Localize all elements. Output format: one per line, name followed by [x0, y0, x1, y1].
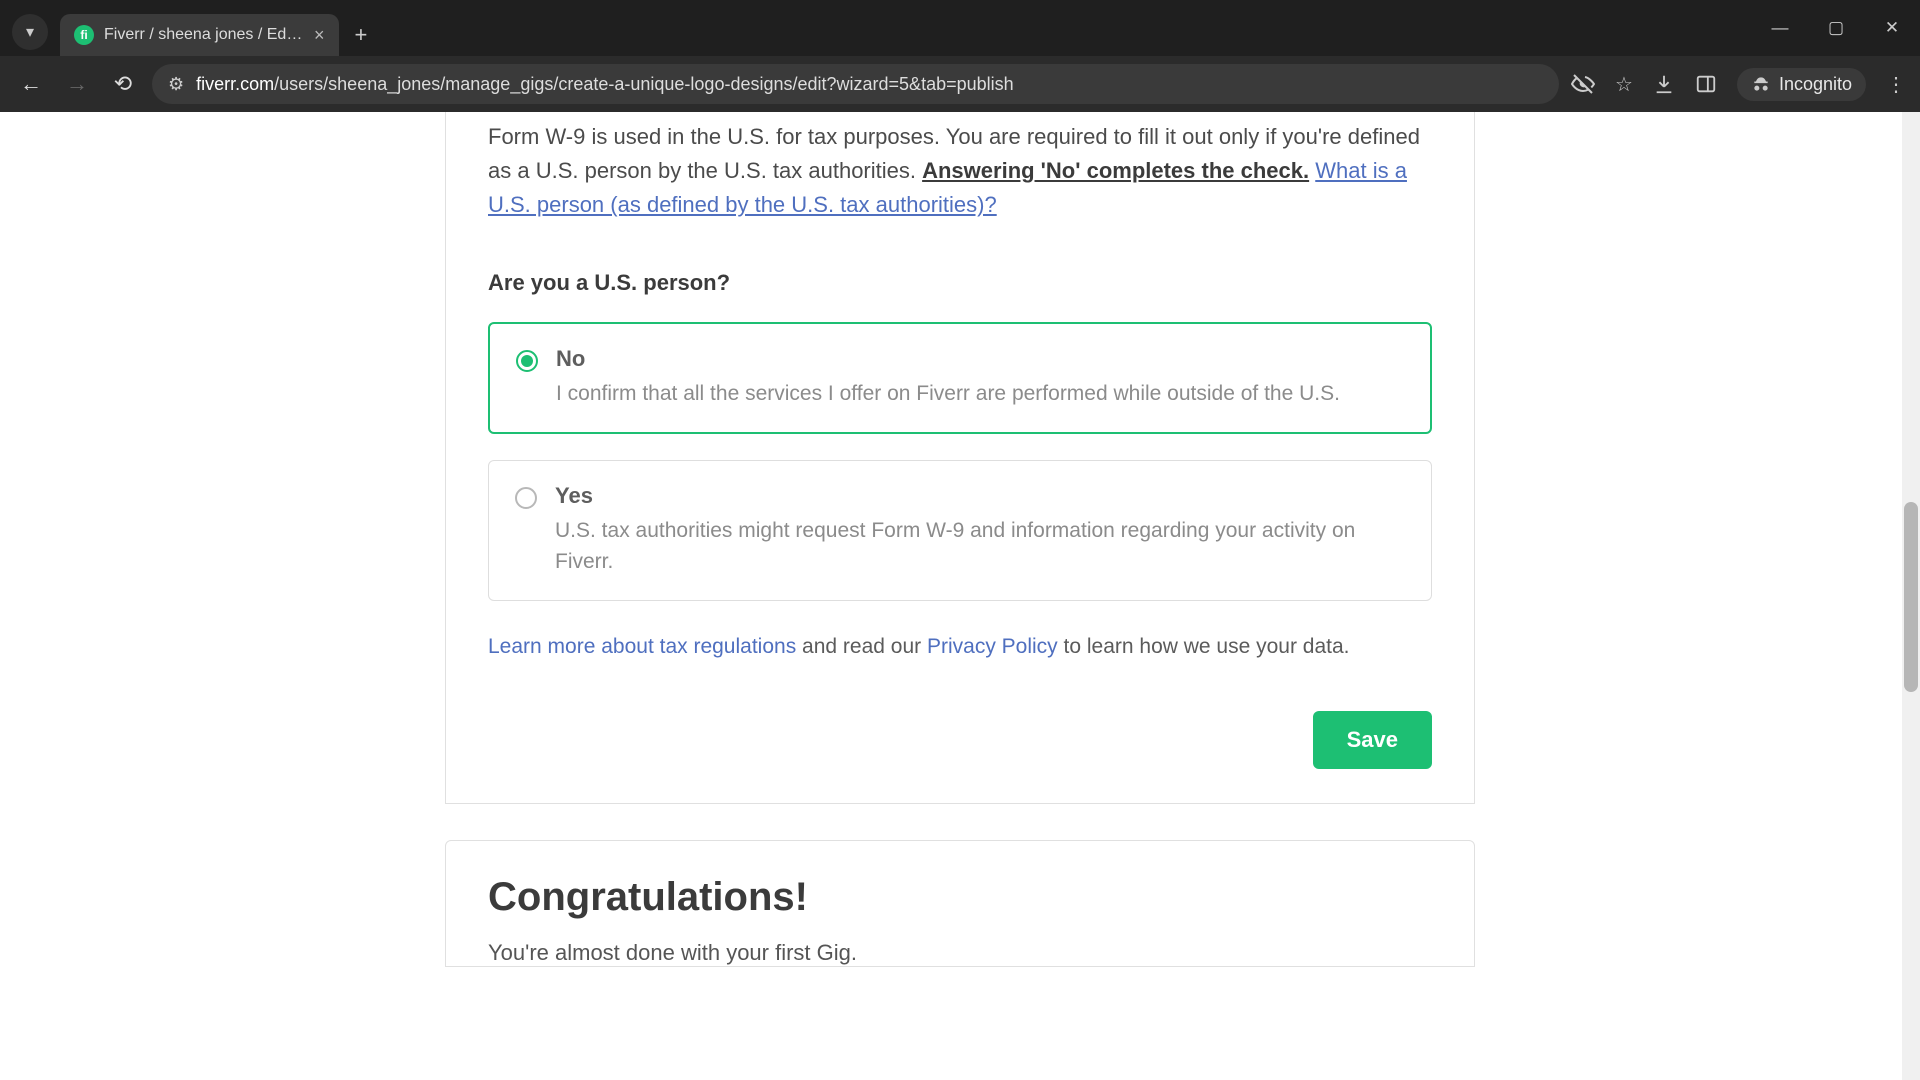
- radio-option-yes[interactable]: Yes U.S. tax authorities might request F…: [488, 460, 1432, 601]
- window-maximize-icon[interactable]: ▢: [1808, 8, 1864, 48]
- privacy-policy-link[interactable]: Privacy Policy: [927, 635, 1058, 658]
- url-path: /users/sheena_jones/manage_gigs/create-a…: [274, 74, 1014, 94]
- incognito-indicator[interactable]: Incognito: [1737, 68, 1866, 101]
- reload-button[interactable]: ⟲: [106, 67, 140, 101]
- browser-tab-active[interactable]: fi Fiverr / sheena jones / Edit Gig ×: [60, 14, 339, 56]
- eye-off-icon[interactable]: [1571, 72, 1595, 96]
- tab-title: Fiverr / sheena jones / Edit Gig: [104, 26, 304, 44]
- radio-icon: [516, 350, 538, 372]
- radio-no-desc: I confirm that all the services I offer …: [556, 378, 1340, 410]
- learn-tail-text: to learn how we use your data.: [1058, 635, 1350, 658]
- site-info-icon[interactable]: ⚙: [168, 74, 184, 95]
- browser-toolbar: ← → ⟲ ⚙ fiverr.com/users/sheena_jones/ma…: [0, 56, 1920, 112]
- w9-form-card: Form W-9 is used in the U.S. for tax pur…: [445, 112, 1475, 804]
- learn-more-line: Learn more about tax regulations and rea…: [488, 631, 1432, 664]
- new-tab-button[interactable]: +: [343, 22, 380, 56]
- url-host: fiverr.com: [196, 74, 274, 94]
- downloads-icon[interactable]: [1653, 73, 1675, 95]
- congratulations-card: Congratulations! You're almost done with…: [445, 840, 1475, 967]
- congrats-subline: You're almost done with your first Gig.: [488, 940, 1432, 966]
- w9-intro-paragraph: Form W-9 is used in the U.S. for tax pur…: [488, 120, 1432, 222]
- radio-yes-desc: U.S. tax authorities might request Form …: [555, 515, 1375, 578]
- tab-search-button[interactable]: ▾: [12, 14, 48, 50]
- address-bar[interactable]: ⚙ fiverr.com/users/sheena_jones/manage_g…: [152, 64, 1559, 104]
- radio-yes-label: Yes: [555, 483, 1375, 509]
- incognito-label: Incognito: [1779, 74, 1852, 95]
- menu-kebab-icon[interactable]: ⋮: [1886, 72, 1906, 97]
- close-tab-icon[interactable]: ×: [314, 26, 325, 44]
- fiverr-favicon: fi: [74, 25, 94, 45]
- url-text: fiverr.com/users/sheena_jones/manage_gig…: [196, 74, 1014, 95]
- back-button[interactable]: ←: [14, 67, 48, 101]
- congrats-heading: Congratulations!: [488, 875, 1432, 920]
- save-button[interactable]: Save: [1313, 711, 1432, 769]
- page-viewport: Form W-9 is used in the U.S. for tax pur…: [0, 112, 1920, 1080]
- browser-titlebar: ▾ fi Fiverr / sheena jones / Edit Gig × …: [0, 0, 1920, 56]
- tax-regulations-link[interactable]: Learn more about tax regulations: [488, 635, 796, 658]
- radio-option-no[interactable]: No I confirm that all the services I off…: [488, 322, 1432, 434]
- w9-intro-emphasis: Answering 'No' completes the check.: [922, 158, 1309, 183]
- radio-icon: [515, 487, 537, 509]
- learn-mid-text: and read our: [796, 635, 927, 658]
- scrollbar-track[interactable]: [1902, 112, 1920, 1080]
- bookmark-star-icon[interactable]: ☆: [1615, 72, 1633, 97]
- scrollbar-thumb[interactable]: [1904, 502, 1918, 692]
- us-person-question: Are you a U.S. person?: [488, 270, 1432, 296]
- window-close-icon[interactable]: ✕: [1864, 8, 1920, 48]
- forward-button[interactable]: →: [60, 67, 94, 101]
- radio-no-label: No: [556, 346, 1340, 372]
- window-minimize-icon[interactable]: —: [1752, 8, 1808, 48]
- side-panel-icon[interactable]: [1695, 73, 1717, 95]
